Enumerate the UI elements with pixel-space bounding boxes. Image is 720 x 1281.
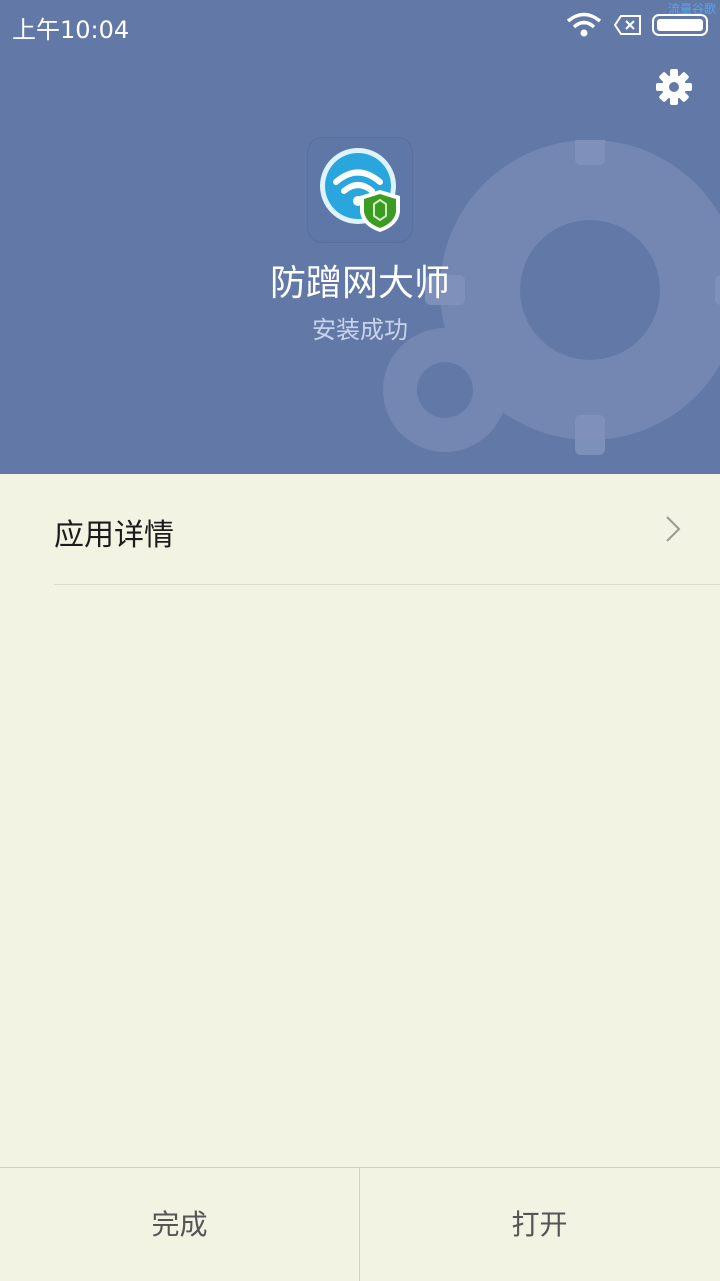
app-icon xyxy=(308,138,412,242)
install-header: 上午10:04 流量谷歌 防蹭网大师 安装成功 xyxy=(0,0,720,474)
status-time: 上午10:04 xyxy=(12,16,130,44)
wifi-shield-icon xyxy=(320,148,400,232)
open-button[interactable]: 打开 xyxy=(360,1168,719,1281)
gear-icon[interactable] xyxy=(654,67,694,107)
bottom-action-bar: 完成 打开 xyxy=(0,1167,720,1281)
app-name: 防蹭网大师 xyxy=(269,263,450,304)
app-details-label: 应用详情 xyxy=(54,518,174,553)
install-status: 安装成功 xyxy=(312,316,408,344)
app-details-row[interactable]: 应用详情 xyxy=(0,474,720,584)
no-sim-icon xyxy=(614,15,641,35)
battery-icon xyxy=(652,14,708,36)
chevron-right-icon xyxy=(666,516,681,542)
done-button[interactable]: 完成 xyxy=(0,1168,359,1281)
divider xyxy=(54,584,720,585)
wifi-icon xyxy=(566,12,602,37)
status-bar: 上午10:04 流量谷歌 xyxy=(0,0,720,52)
